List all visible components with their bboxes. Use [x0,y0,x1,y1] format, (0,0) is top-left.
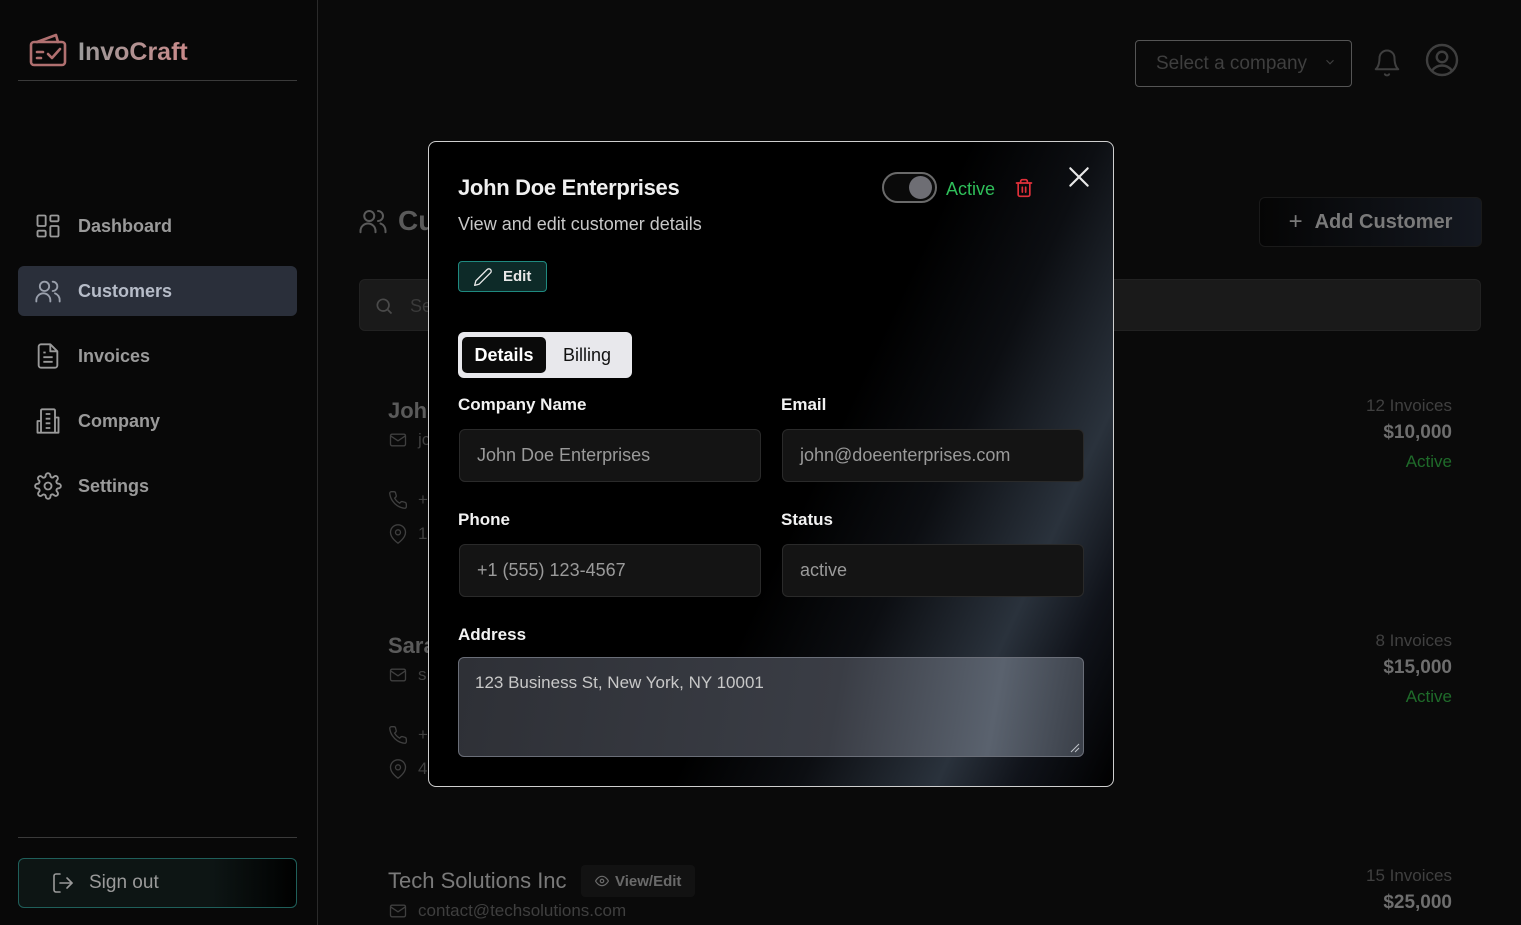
company-select[interactable]: Select a company [1135,40,1352,87]
plus-icon: + [1288,208,1303,235]
search-icon [376,298,393,315]
customer-email: contact@techsolutions.com [388,901,626,921]
address-value: 123 Business St, New York, NY 10001 [475,673,764,692]
map-pin-icon [389,759,407,779]
company-select-placeholder: Select a company [1156,52,1308,74]
invoice-amount: $15,000 [1383,657,1452,678]
address-label: Address [458,625,527,644]
mail-icon [389,904,407,918]
phone-icon [389,490,408,509]
phone-icon [389,725,408,744]
building-icon [36,408,60,434]
sidebar-divider [18,837,297,838]
invoice-amount: $25,000 [1383,892,1452,913]
sign-out-label: Sign out [89,872,159,893]
sidebar-item-invoices[interactable]: Invoices [18,331,297,381]
sidebar-item-customers[interactable]: Customers [18,266,297,316]
active-toggle[interactable] [882,172,937,203]
sidebar-item-company[interactable]: Company [18,396,297,446]
customer-status: Active [1405,452,1452,471]
sidebar-item-dashboard[interactable]: Dashboard [18,201,297,251]
add-customer-label: Add Customer [1314,210,1453,233]
logout-icon [53,873,73,893]
invoice-amount: $10,000 [1383,422,1452,443]
sign-out-button[interactable]: Sign out [18,858,297,908]
page-title: Cu [358,205,435,237]
invoice-count: 15 Invoices [1366,866,1452,885]
customer-email: s [388,665,427,685]
sidebar-nav: Dashboard Customers Invoices Company Set… [18,201,297,526]
sidebar-item-label: Invoices [78,345,151,366]
map-pin-icon [389,524,407,544]
add-customer-button[interactable]: + Add Customer [1259,197,1482,247]
invoice-count: 8 Invoices [1375,631,1452,650]
eye-icon [595,875,609,887]
sidebar-item-label: Company [78,410,161,431]
resize-handle-icon[interactable] [1070,743,1080,753]
customer-name: Tech Solutions Inc [388,868,567,893]
customer-phone: + [388,725,428,745]
status-label: Status [781,510,833,529]
close-icon[interactable] [1066,164,1092,190]
active-toggle-label: Active [946,179,996,199]
user-avatar-icon[interactable] [1424,42,1460,78]
file-text-icon [37,343,59,369]
customer-phone: + [388,490,428,510]
logo-icon [29,33,67,67]
gear-icon [34,472,62,500]
sidebar: InvoCraft Dashboard Customers Invoices C… [0,0,318,925]
modal-title: John Doe Enterprises [458,175,680,200]
sidebar-item-settings[interactable]: Settings [18,461,297,511]
sidebar-item-label: Settings [78,475,150,496]
customer-summary: 12 Invoices $10,000 Active [1366,396,1452,472]
email-field[interactable]: john@doeenterprises.com [782,429,1084,482]
tab-billing[interactable]: Billing [548,337,626,373]
edit-button[interactable]: Edit [458,261,547,292]
phone-label: Phone [458,510,510,529]
mail-icon [389,433,407,447]
modal-subtitle: View and edit customer details [458,214,702,234]
users-icon [35,280,61,303]
mail-icon [389,668,407,682]
customer-summary: 15 Invoices $25,000 [1366,866,1452,914]
customer-detail-modal: John Doe Enterprises View and edit custo… [428,141,1114,787]
customer-summary: 8 Invoices $15,000 Active [1375,631,1452,707]
view-edit-button[interactable]: View/Edit [581,865,696,897]
bell-icon[interactable] [1372,48,1402,78]
app-name: InvoCraft [78,37,188,66]
trash-icon[interactable] [1014,177,1034,199]
company-name-field[interactable]: John Doe Enterprises [459,429,761,482]
sidebar-item-label: Customers [78,280,173,301]
tab-details[interactable]: Details [462,337,546,373]
phone-field[interactable]: +1 (555) 123-4567 [459,544,761,597]
toggle-knob [909,176,932,199]
company-name-label: Company Name [458,395,587,414]
customer-email: jc [388,430,430,450]
edit-label: Edit [503,268,532,285]
address-textarea[interactable]: 123 Business St, New York, NY 10001 [458,657,1084,757]
brand[interactable]: InvoCraft [18,30,297,81]
chevron-down-icon [1326,59,1334,65]
status-field[interactable]: active [782,544,1084,597]
users-icon [359,210,387,234]
sidebar-item-label: Dashboard [78,215,173,236]
customer-status: Active [1405,687,1452,706]
dashboard-icon [36,214,60,238]
email-label: Email [781,395,827,414]
pencil-icon [474,267,492,286]
detail-tabs: Details Billing [458,332,632,378]
invoice-count: 12 Invoices [1366,396,1452,415]
